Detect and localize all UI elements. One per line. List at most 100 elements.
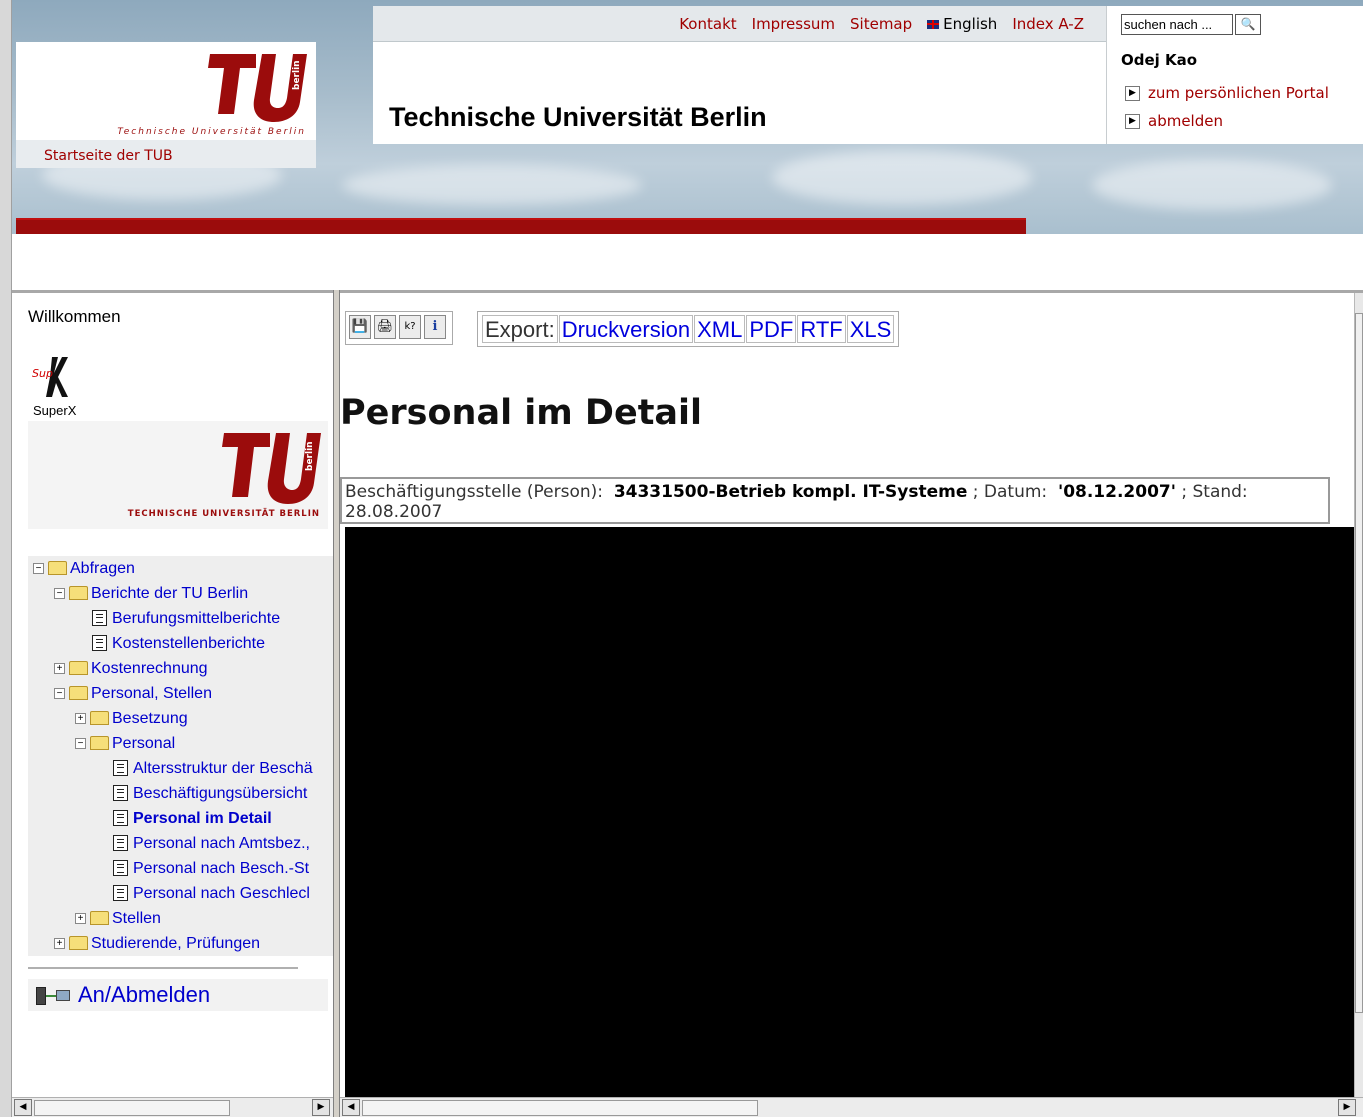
arrow-right-icon: ▶	[1125, 86, 1140, 101]
collapse-icon[interactable]: −	[33, 563, 44, 575]
logout-link[interactable]: ▶ abmelden	[1125, 112, 1223, 130]
tree-node[interactable]: + Stellen	[75, 908, 161, 930]
vertical-scroll-thumb[interactable]	[1355, 313, 1363, 1013]
superx-logo-icon[interactable]: Sup	[32, 355, 78, 399]
info-icon[interactable]: i	[424, 315, 446, 339]
content-scroll-thumb[interactable]	[362, 1100, 758, 1116]
tree-node-label: Personal nach Besch.-St	[133, 860, 310, 877]
expand-icon[interactable]: +	[54, 938, 65, 950]
document-icon	[113, 859, 128, 876]
nav-kontakt[interactable]: Kontakt	[679, 15, 736, 33]
tree-node-label: Stellen	[112, 910, 161, 927]
folder-icon	[90, 910, 109, 925]
browser-page: Kontakt Impressum Sitemap English Index A-Z …	[0, 0, 1363, 1117]
tree-node[interactable]: Altersstruktur der Beschä	[96, 758, 313, 780]
frame-splitter[interactable]	[333, 290, 340, 1117]
header-spacer	[12, 234, 1363, 290]
expand-icon[interactable]: +	[54, 663, 65, 675]
nav-index[interactable]: Index A-Z	[1012, 15, 1084, 33]
nav-sitemap[interactable]: Sitemap	[850, 15, 912, 33]
collapse-icon[interactable]: −	[54, 588, 65, 600]
tree-node-label: Abfragen	[70, 560, 135, 577]
sidebar-logo-caption: TECHNISCHE UNIVERSITÄT BERLIN	[128, 508, 320, 519]
document-icon	[113, 834, 128, 851]
site-title-box: Technische Universität Berlin	[373, 42, 1106, 144]
folder-icon	[69, 660, 88, 675]
export-print-link[interactable]: Druckversion	[558, 315, 694, 343]
export-xml-link[interactable]: XML	[694, 315, 746, 343]
tree-node[interactable]: + Besetzung	[75, 708, 188, 730]
nav-scroll-thumb[interactable]	[34, 1100, 230, 1116]
expand-icon[interactable]: +	[75, 713, 86, 725]
tree-node[interactable]: − Abfragen	[33, 558, 135, 580]
help-cursor-icon[interactable]: k?	[399, 315, 421, 339]
content-vertical-scrollbar[interactable]	[1354, 293, 1363, 1097]
tree-node[interactable]: Kostenstellenberichte	[75, 633, 265, 655]
stand-value: 28.08.2007	[345, 502, 443, 522]
scroll-right-icon[interactable]: ▶	[1338, 1099, 1356, 1116]
logout-link-label: abmelden	[1148, 112, 1223, 130]
tree-node[interactable]: − Personal, Stellen	[54, 683, 212, 705]
expand-icon[interactable]: +	[75, 913, 86, 925]
export-label: Export:	[482, 315, 558, 343]
date-label: ; Datum:	[972, 482, 1048, 502]
user-panel: 🔍 Odej Kao ▶ zum persönlichen Portal ▶ abm…	[1106, 6, 1363, 144]
sidebar-logo-mark-text: berlin	[305, 441, 315, 471]
tree-node-label: Berufungsmittelberichte	[112, 610, 281, 627]
scroll-left-icon[interactable]: ◀	[14, 1099, 32, 1116]
nav-horizontal-scrollbar[interactable]: ◀ ▶	[12, 1097, 333, 1117]
tree-node[interactable]: Personal nach Besch.-St	[96, 858, 309, 880]
folder-icon	[90, 710, 109, 725]
portal-link-label: zum persönlichen Portal	[1148, 84, 1329, 102]
collapse-icon[interactable]: −	[54, 688, 65, 700]
print-icon[interactable]: 🖨	[374, 315, 396, 339]
nav-english[interactable]: English	[927, 15, 997, 33]
tree-node-label: Personal nach Amtsbez.,	[133, 835, 310, 852]
tree-node-label: Personal	[112, 735, 176, 752]
tree-node-label: Beschäftigungsübersicht	[133, 785, 308, 802]
search-input[interactable]	[1121, 14, 1233, 35]
tree-node[interactable]: + Kostenrechnung	[54, 658, 208, 680]
login-logout-link[interactable]: An/Abmelden	[28, 979, 328, 1011]
date-value: '08.12.2007'	[1057, 482, 1176, 502]
search-button[interactable]: 🔍	[1235, 14, 1261, 35]
tree-node-label: Studierende, Prüfungen	[91, 935, 261, 952]
tree-node[interactable]: Personal nach Amtsbez.,	[96, 833, 310, 855]
tree-node[interactable]: Personal im Detail	[96, 808, 272, 830]
export-xls-link[interactable]: XLS	[846, 315, 895, 343]
tree-node-label: Besetzung	[112, 710, 188, 727]
portal-link[interactable]: ▶ zum persönlichen Portal	[1125, 84, 1329, 102]
scroll-left-icon[interactable]: ◀	[342, 1099, 360, 1116]
collapse-icon[interactable]: −	[75, 738, 86, 750]
welcome-text: Willkommen	[28, 307, 121, 326]
scroll-right-icon[interactable]: ▶	[312, 1099, 330, 1116]
content-frame: 💾 🖨 k? i Export: Druckversion XML PDF RTF XLS Pe…	[340, 293, 1354, 1097]
login-logout-label: An/Abmelden	[78, 982, 211, 1007]
home-link[interactable]: Startseite der TUB	[44, 148, 173, 164]
save-icon[interactable]: 💾	[349, 315, 371, 339]
tree-node[interactable]: + Studierende, Prüfungen	[54, 933, 260, 955]
tree-node[interactable]: − Personal	[75, 733, 175, 755]
content-horizontal-scrollbar[interactable]: ◀ ▶	[340, 1097, 1363, 1117]
document-icon	[113, 784, 128, 801]
tree-node-label: Personal, Stellen	[91, 685, 212, 702]
folder-open-icon	[90, 735, 109, 750]
tree-node-label: Personal nach Geschlecl	[133, 885, 310, 902]
logo-caption: Technische Universität Berlin	[117, 127, 306, 137]
svg-text:Sup: Sup	[32, 367, 53, 380]
nav-impressum[interactable]: Impressum	[752, 15, 835, 33]
export-rtf-link[interactable]: RTF	[797, 315, 846, 343]
navigation-frame: Willkommen Sup SuperX berlin TECHNISCHE …	[12, 293, 334, 1097]
export-pdf-link[interactable]: PDF	[746, 315, 797, 343]
document-icon	[113, 809, 128, 826]
tree-node[interactable]: Berufungsmittelberichte	[75, 608, 280, 630]
tree-node[interactable]: Beschäftigungsübersicht	[96, 783, 307, 805]
tree-node[interactable]: Personal nach Geschlecl	[96, 883, 310, 905]
tu-logo[interactable]: berlin Technische Universität Berlin	[16, 42, 316, 140]
report-parameters: Beschäftigungsstelle (Person): 34331500-…	[340, 477, 1330, 524]
tree-node[interactable]: − Berichte der TU Berlin	[54, 583, 248, 605]
site-title: Technische Universität Berlin	[389, 102, 767, 132]
document-icon	[113, 884, 128, 901]
export-bar: Export: Druckversion XML PDF RTF XLS	[477, 311, 900, 347]
stand-label: ; Stand:	[1181, 482, 1248, 502]
